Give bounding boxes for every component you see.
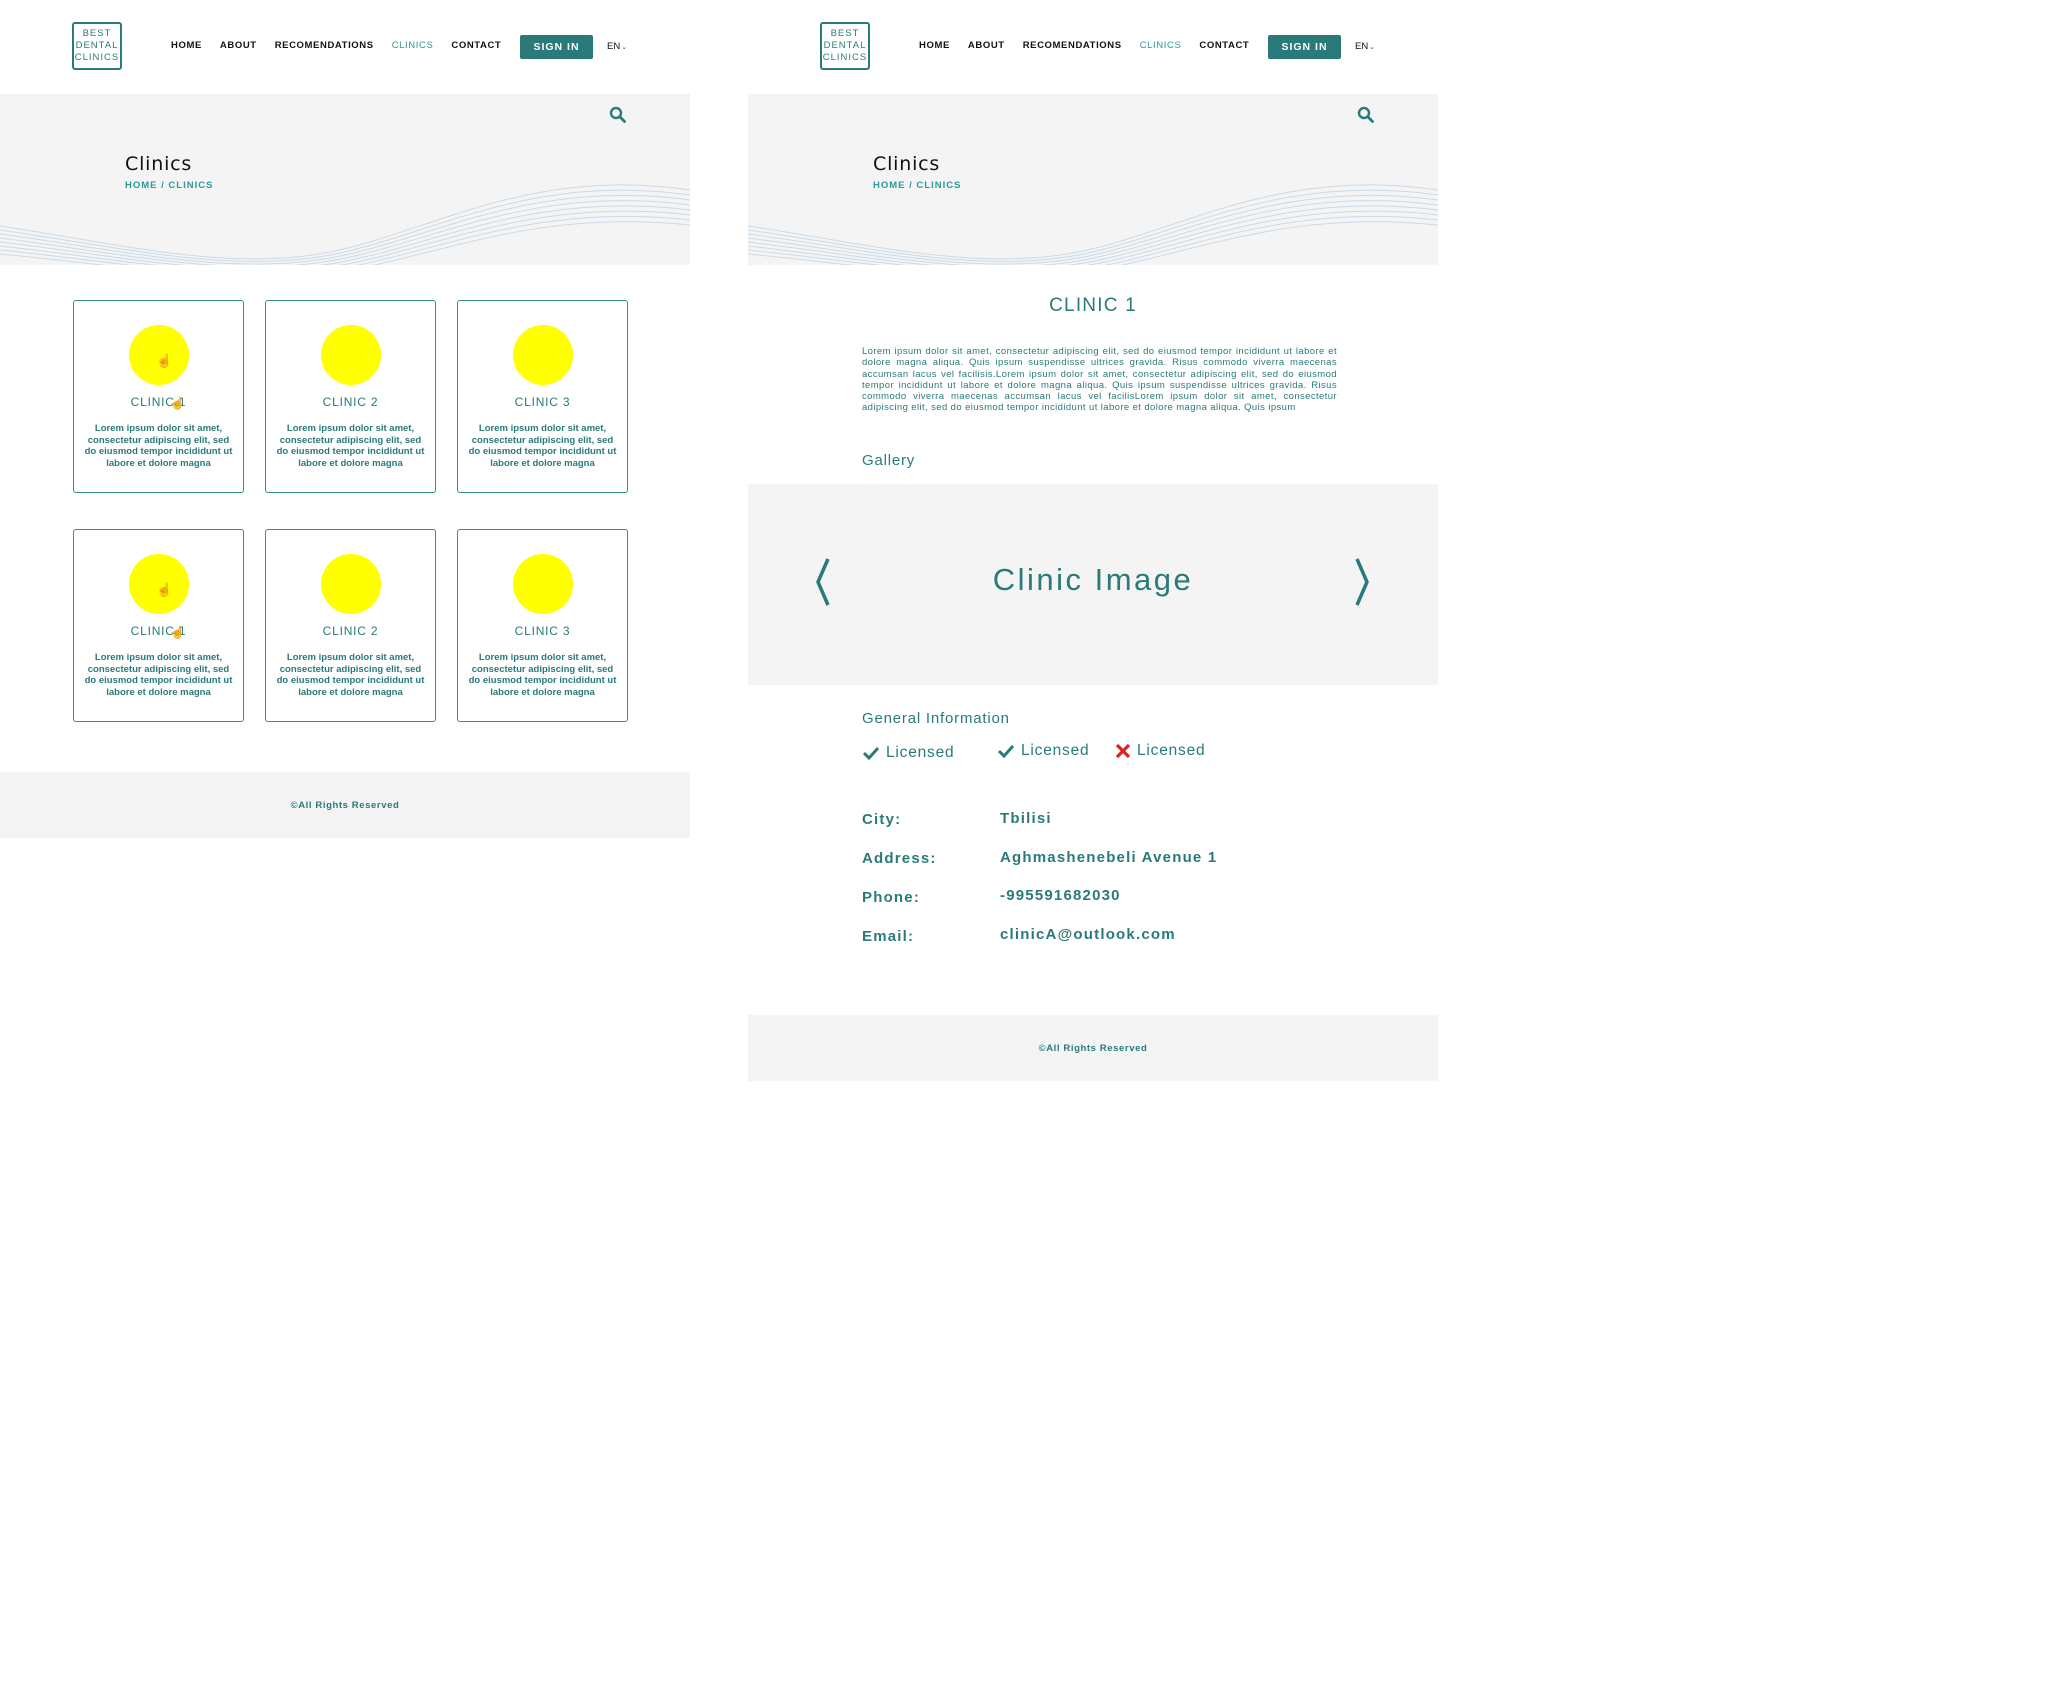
logo-line: DENTAL (75, 40, 119, 51)
site-header: BEST DENTAL CLINICS HOME ABOUT RECOMENDA… (748, 0, 1438, 94)
info-value-phone[interactable]: -995591682030 (1000, 887, 1121, 904)
clinics-list-page: BEST DENTAL CLINICS HOME ABOUT RECOMENDA… (0, 0, 690, 838)
chevron-down-icon: ⌄ (1369, 44, 1376, 51)
search-icon[interactable] (1357, 106, 1375, 124)
clinic-image-placeholder (513, 554, 573, 614)
breadcrumb[interactable]: HOME / CLINICS (873, 180, 961, 191)
clinic-image-placeholder (321, 554, 381, 614)
gallery-image-placeholder: Clinic Image (992, 562, 1194, 597)
language-select[interactable]: EN⌄ (607, 41, 627, 52)
hand-cursor-icon: ☝ (156, 582, 173, 597)
nav-recommendations[interactable]: RECOMENDATIONS (275, 40, 374, 51)
clinic-card[interactable]: CLINIC 3 Lorem ipsum dolor sit amet, con… (457, 300, 628, 493)
clinic-detail-page: BEST DENTAL CLINICS HOME ABOUT RECOMENDA… (748, 0, 1438, 1081)
hand-cursor-icon: ☝ (170, 396, 185, 410)
clinic-image-placeholder (513, 325, 573, 385)
clinic-description: Lorem ipsum dolor sit amet, consectetur … (276, 423, 425, 469)
logo[interactable]: BEST DENTAL CLINICS (72, 22, 122, 70)
chevron-right-icon[interactable] (1353, 557, 1371, 607)
gallery-heading: Gallery (862, 452, 916, 469)
language-select[interactable]: EN⌄ (1355, 41, 1375, 52)
info-value-email[interactable]: clinicA@outlook.com (1000, 926, 1176, 943)
general-info-heading: General Information (862, 710, 1010, 727)
nav-clinics[interactable]: CLINICS (392, 40, 434, 51)
nav-contact[interactable]: CONTACT (1199, 40, 1249, 51)
check-icon (862, 746, 880, 760)
page-title: Clinics (873, 153, 941, 175)
clinic-name: CLINIC 1 (130, 624, 187, 638)
license-status: Licensed (997, 742, 1089, 760)
license-label: Licensed (1021, 742, 1090, 759)
info-key-email: Email: (862, 928, 915, 945)
clinic-description: Lorem ipsum dolor sit amet, consectetur … (276, 652, 425, 698)
footer-copyright: ©All Rights Reserved (1038, 1042, 1148, 1054)
license-label: Licensed (886, 744, 955, 761)
clinic-name: CLINIC 2 (322, 395, 379, 409)
clinic-title: CLINIC 1 (1049, 295, 1137, 316)
page-banner: Clinics HOME / CLINICS (748, 94, 1438, 265)
hand-cursor-icon: ☝ (156, 353, 173, 368)
clinic-name: CLINIC 1 (130, 395, 187, 409)
site-footer: ©All Rights Reserved (748, 1015, 1438, 1081)
clinic-card[interactable]: ☝ CLINIC 1 ☝ Lorem ipsum dolor sit amet,… (73, 300, 244, 493)
logo-line: CLINICS (74, 52, 120, 63)
nav-clinics[interactable]: CLINICS (1140, 40, 1182, 51)
info-value-address: Aghmashenebeli Avenue 1 (1000, 849, 1218, 866)
logo-line: BEST (830, 28, 860, 39)
clinic-description: Lorem ipsum dolor sit amet, consectetur … (468, 423, 617, 469)
nav-recommendations[interactable]: RECOMENDATIONS (1023, 40, 1122, 51)
check-icon (997, 744, 1015, 758)
nav-about[interactable]: ABOUT (968, 40, 1005, 51)
gallery-carousel: Clinic Image (748, 484, 1438, 685)
clinic-description: Lorem ipsum dolor sit amet, consectetur … (468, 652, 617, 698)
logo-line: BEST (82, 28, 112, 39)
logo-line: DENTAL (823, 40, 867, 51)
clinic-name: CLINIC 3 (514, 624, 571, 638)
language-value: EN (1355, 41, 1369, 52)
site-header: BEST DENTAL CLINICS HOME ABOUT RECOMENDA… (0, 0, 690, 94)
clinic-description: Lorem ipsum dolor sit amet, consectetur … (84, 423, 233, 469)
info-key-address: Address: (862, 850, 937, 867)
sign-in-button[interactable]: SIGN IN (520, 35, 593, 59)
page-title: Clinics (125, 153, 193, 175)
site-footer: ©All Rights Reserved (0, 772, 690, 838)
logo-line: CLINICS (822, 52, 868, 63)
logo[interactable]: BEST DENTAL CLINICS (820, 22, 870, 70)
license-status: Licensed (862, 744, 954, 762)
info-value-city: Tbilisi (1000, 810, 1052, 827)
page-banner: Clinics HOME / CLINICS (0, 94, 690, 265)
clinic-description: Lorem ipsum dolor sit amet, consectetur … (84, 652, 233, 698)
license-status: Licensed (1115, 742, 1205, 760)
footer-copyright: ©All Rights Reserved (290, 799, 400, 811)
clinic-card[interactable]: CLINIC 3 Lorem ipsum dolor sit amet, con… (457, 529, 628, 722)
sign-in-button[interactable]: SIGN IN (1268, 35, 1341, 59)
breadcrumb[interactable]: HOME / CLINICS (125, 180, 213, 191)
language-value: EN (607, 41, 621, 52)
main-nav: HOME ABOUT RECOMENDATIONS CLINICS CONTAC… (171, 40, 519, 51)
clinic-card[interactable]: CLINIC 2 Lorem ipsum dolor sit amet, con… (265, 300, 436, 493)
info-key-city: City: (862, 811, 902, 828)
nav-home[interactable]: HOME (171, 40, 202, 51)
main-nav: HOME ABOUT RECOMENDATIONS CLINICS CONTAC… (919, 40, 1267, 51)
license-label: Licensed (1137, 742, 1206, 759)
clinic-image-placeholder (321, 325, 381, 385)
nav-home[interactable]: HOME (919, 40, 950, 51)
chevron-down-icon: ⌄ (621, 44, 628, 51)
wave-decoration (748, 184, 1438, 265)
hand-cursor-icon: ☝ (170, 625, 185, 639)
cross-icon (1115, 743, 1131, 759)
clinic-description: Lorem ipsum dolor sit amet, consectetur … (862, 346, 1337, 414)
clinic-card[interactable]: CLINIC 2 Lorem ipsum dolor sit amet, con… (265, 529, 436, 722)
clinic-card[interactable]: ☝ CLINIC 1 ☝ Lorem ipsum dolor sit amet,… (73, 529, 244, 722)
search-icon[interactable] (609, 106, 627, 124)
wave-decoration (0, 184, 690, 265)
nav-contact[interactable]: CONTACT (451, 40, 501, 51)
nav-about[interactable]: ABOUT (220, 40, 257, 51)
clinic-name: CLINIC 3 (514, 395, 571, 409)
clinic-name: CLINIC 2 (322, 624, 379, 638)
info-key-phone: Phone: (862, 889, 921, 906)
